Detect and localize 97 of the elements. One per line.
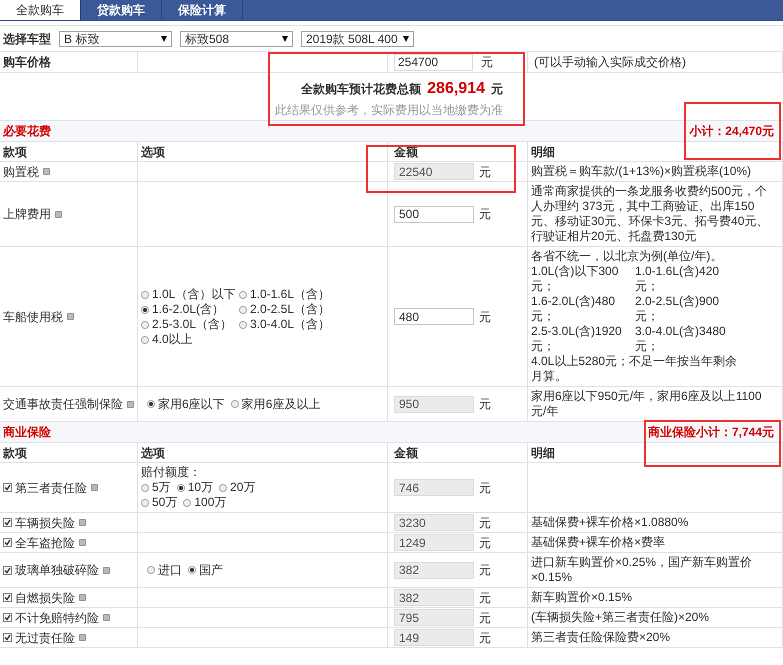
- radio-button[interactable]: [141, 306, 149, 314]
- tab[interactable]: 贷款购车: [81, 0, 162, 20]
- unit-label: 元: [479, 562, 491, 579]
- total-amount: 286,914: [427, 79, 485, 99]
- help-icon[interactable]: [79, 594, 86, 601]
- unit-label: 元: [479, 308, 491, 326]
- detail-text: 1.6-2.0L(含)480元；: [531, 294, 616, 324]
- detail-text: 基础保费+裸车价格×费率: [531, 535, 666, 550]
- detail-text: 1.0L(含)以下300元；: [531, 264, 620, 294]
- unit-label: 元: [479, 164, 491, 180]
- unit-label: 元: [479, 630, 491, 646]
- help-icon[interactable]: [103, 566, 110, 574]
- unit-label: 元: [479, 610, 491, 626]
- radio-button[interactable]: [141, 320, 149, 328]
- help-icon[interactable]: [91, 484, 98, 491]
- item-name: 交通事故责任强制保险: [3, 396, 123, 413]
- detail-text: 购置税＝购车款/(1+13%)×购置税率(10%): [531, 164, 752, 179]
- dropdown-caret-icon: [161, 36, 167, 42]
- field-label: 购车价格: [3, 54, 51, 71]
- column-header: 款项: [3, 144, 27, 160]
- car-dropdown[interactable]: 标致508: [180, 30, 293, 46]
- item-name: 自燃损失险: [15, 590, 75, 606]
- column-header: 金额: [394, 144, 418, 160]
- field-label: 选择车型: [3, 30, 51, 48]
- radio-button[interactable]: [239, 290, 247, 298]
- help-icon[interactable]: [103, 614, 110, 621]
- column-header: 明细: [531, 444, 555, 462]
- detail-text: 进口新车购置价×0.25%，国产新车购置价×0.15%: [531, 555, 754, 585]
- detail-text: 各省不统一，以北京为例(单位/年)。: [531, 249, 724, 264]
- item-name: 购置税: [3, 164, 39, 180]
- detail-text: 新车购置价×0.15%: [531, 590, 634, 605]
- detail-text: 2.0-2.5L(含)900元；: [635, 294, 720, 324]
- detail-text: 基础保费+裸车价格×1.0880%: [531, 515, 690, 530]
- option-label: 赔付额度：: [141, 465, 202, 480]
- amount-field[interactable]: 480: [394, 308, 474, 325]
- tab[interactable]: 保险计算: [162, 0, 243, 20]
- item-name: 不计免赔特约险: [15, 610, 99, 626]
- unit-label: 元: [479, 396, 491, 413]
- section-title: 必要花费: [3, 123, 51, 140]
- detail-text: 2.5-3.0L(含)1920元；: [531, 324, 623, 354]
- dropdown-caret-icon: [403, 36, 409, 42]
- help-icon[interactable]: [79, 539, 86, 546]
- detail-text: (车辆损失险+第三者责任险)×20%: [531, 610, 710, 625]
- help-icon[interactable]: [67, 313, 74, 320]
- detail-text: 3.0-4.0L(含)3480元；: [635, 324, 727, 354]
- price-note: (可以手动输入实际成交价格): [534, 54, 686, 71]
- detail-text: 家用6座以下950元/年，家用6座及以上1100元/年: [531, 389, 763, 419]
- radio-label[interactable]: 3.0-4.0L（含）: [250, 316, 330, 332]
- help-icon[interactable]: [79, 519, 86, 526]
- unit-label: 元: [479, 534, 491, 552]
- subtotal-text: 商业保险小计：7,744元: [648, 424, 775, 441]
- detail-text: 4.0L以上5280元；不足一年按当年剩余月算。: [531, 354, 738, 384]
- dropdown-caret-icon: [282, 36, 288, 42]
- item-name: 车船使用税: [3, 308, 63, 326]
- item-name: 第三者责任险: [15, 480, 87, 496]
- item-name: 车辆损失险: [15, 514, 75, 532]
- radio-label[interactable]: 4.0以上: [152, 332, 193, 346]
- radio-label[interactable]: 2.5-3.0L（含）: [152, 316, 232, 332]
- unit-label: 元: [491, 81, 503, 98]
- unit-label: 元: [479, 590, 491, 606]
- radio-button[interactable]: [141, 336, 149, 344]
- price-field[interactable]: 254700: [394, 54, 473, 70]
- radio-label[interactable]: 1.0-1.6L（含）: [250, 286, 330, 302]
- car-dropdown[interactable]: B 标致: [59, 30, 172, 46]
- unit-label: 元: [479, 206, 491, 223]
- detail-text: 第三者责任险保险费×20%: [531, 630, 672, 645]
- column-header: 明细: [531, 144, 555, 160]
- radio-button[interactable]: [141, 290, 149, 298]
- section-title: 商业保险: [3, 424, 51, 441]
- car-dropdown[interactable]: 2019款 508L 400: [301, 30, 414, 46]
- radio-button[interactable]: [239, 320, 247, 328]
- unit-label: 元: [481, 54, 493, 71]
- detail-text: 通常商家提供的一条龙服务收费约500元，个人办理约 373元，其中工商验证、出库150元、移动证30元、环保卡3元、拓号费40元、行驶证相片20元、托盘费130元: [531, 184, 770, 244]
- help-icon[interactable]: [127, 400, 134, 408]
- unit-label: 元: [479, 514, 491, 532]
- unit-label: 元: [479, 480, 491, 496]
- amount-field[interactable]: 500: [394, 206, 474, 222]
- radio-button[interactable]: [239, 306, 247, 314]
- subtotal-text: 小计：24,470元: [689, 123, 775, 140]
- help-icon[interactable]: [79, 634, 86, 641]
- column-header: 选项: [141, 144, 165, 160]
- detail-text: 1.0-1.6L(含)420元；: [635, 264, 720, 294]
- item-name: 全车盗抢险: [15, 534, 75, 552]
- item-name: 玻璃单独破碎险: [15, 562, 99, 579]
- total-label: 全款购车预计花费总额: [301, 81, 422, 98]
- tab[interactable]: 全款购车: [0, 0, 81, 20]
- item-name: 无过责任险: [15, 630, 75, 646]
- radio-label[interactable]: 1.0L（含）以下: [152, 286, 236, 302]
- radio-label[interactable]: 1.6-2.0L(含）: [152, 302, 224, 316]
- item-name: 上牌费用: [3, 206, 51, 223]
- radio-label[interactable]: 2.0-2.5L（含）: [250, 302, 330, 316]
- help-icon[interactable]: [43, 168, 50, 175]
- column-header: 款项: [3, 444, 27, 462]
- column-header: 选项: [141, 444, 165, 462]
- column-header: 金额: [394, 444, 418, 462]
- disclaimer-text: 此结果仅供参考，实际费用以当地缴费为准: [275, 102, 503, 119]
- help-icon[interactable]: [55, 210, 62, 218]
